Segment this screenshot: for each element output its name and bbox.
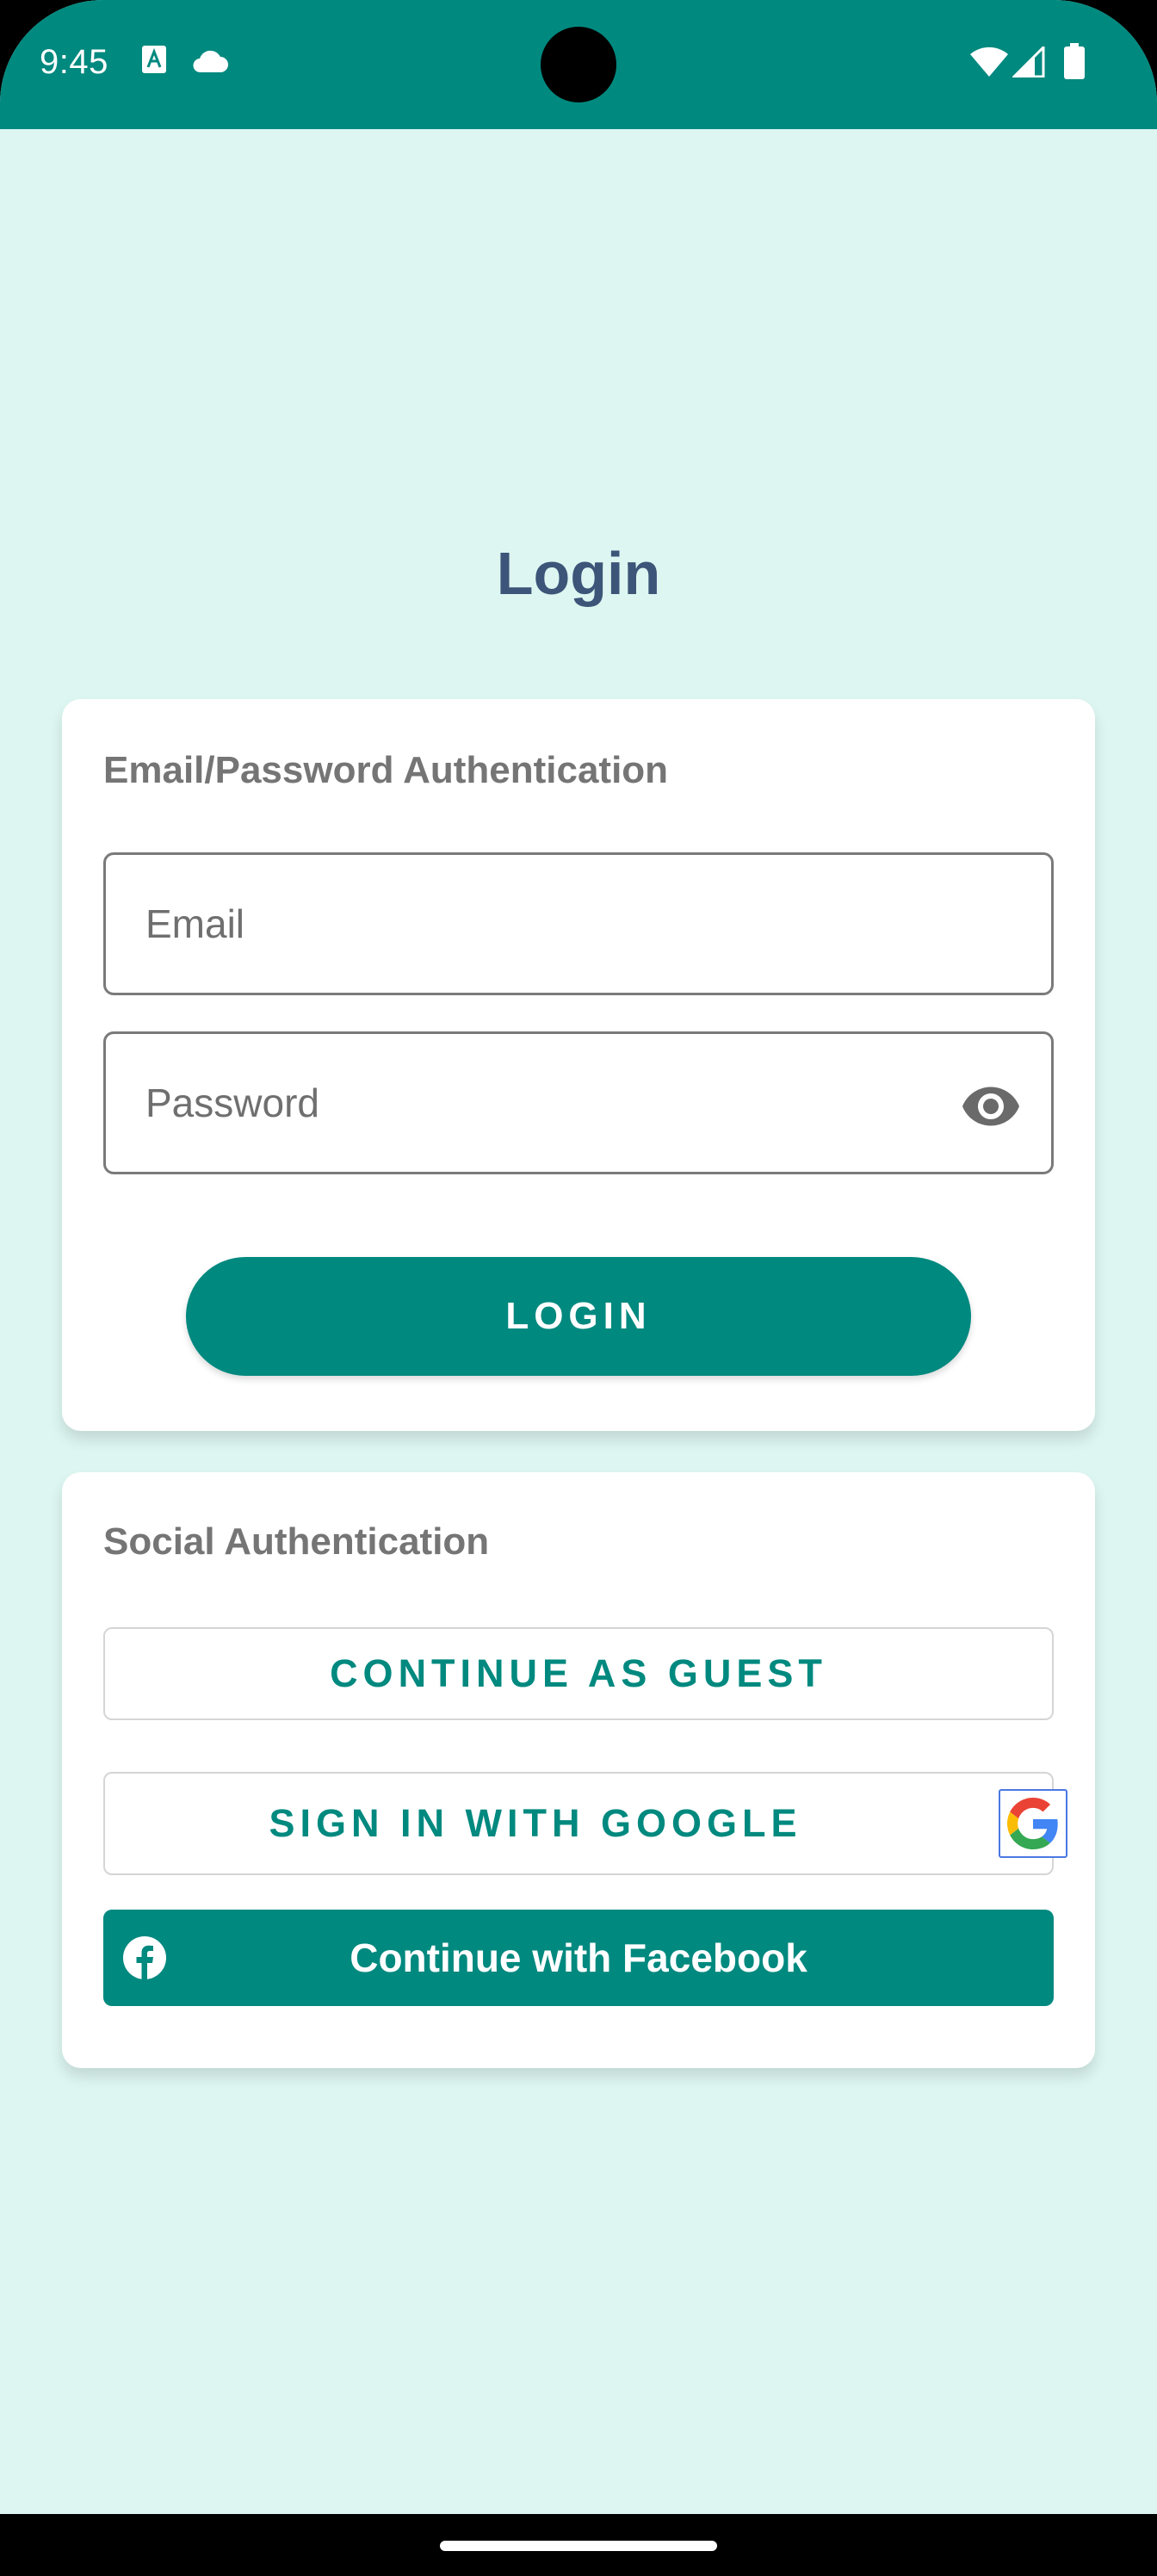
continue-as-guest-button[interactable]: CONTINUE AS GUEST bbox=[103, 1627, 1054, 1720]
social-auth-card: Social Authentication CONTINUE AS GUEST … bbox=[62, 1472, 1095, 2068]
status-time: 9:45 bbox=[40, 43, 108, 81]
email-field[interactable] bbox=[103, 852, 1054, 995]
social-auth-heading: Social Authentication bbox=[103, 1520, 490, 1563]
status-bar: 9:45 bbox=[0, 0, 1157, 129]
cloud-icon bbox=[191, 48, 229, 78]
email-input[interactable] bbox=[145, 855, 920, 993]
google-button-label: SIGN IN WITH GOOGLE bbox=[269, 1801, 802, 1845]
password-input[interactable] bbox=[145, 1034, 920, 1172]
signal-icon bbox=[1011, 44, 1045, 82]
gesture-navigation-handle[interactable] bbox=[440, 2541, 717, 2551]
wifi-icon bbox=[969, 46, 1009, 82]
google-logo-icon bbox=[999, 1789, 1067, 1858]
facebook-button-label: Continue with Facebook bbox=[350, 1935, 807, 1980]
front-camera bbox=[541, 27, 616, 102]
page-title: Login bbox=[496, 540, 661, 607]
email-password-card: Email/Password Authentication LOGIN bbox=[62, 699, 1095, 1431]
continue-with-facebook-button[interactable]: Continue with Facebook bbox=[103, 1910, 1054, 2006]
battery-icon bbox=[1064, 43, 1085, 84]
sign-in-with-google-button[interactable]: SIGN IN WITH GOOGLE bbox=[103, 1772, 1067, 1875]
app-screen: 9:45 Login Email/Password Authentication… bbox=[0, 0, 1157, 2514]
a-notification-icon bbox=[141, 45, 167, 78]
email-auth-heading: Email/Password Authentication bbox=[103, 749, 669, 791]
password-field[interactable] bbox=[103, 1031, 1054, 1174]
eye-icon[interactable] bbox=[960, 1075, 1022, 1137]
login-button[interactable]: LOGIN bbox=[186, 1257, 971, 1376]
